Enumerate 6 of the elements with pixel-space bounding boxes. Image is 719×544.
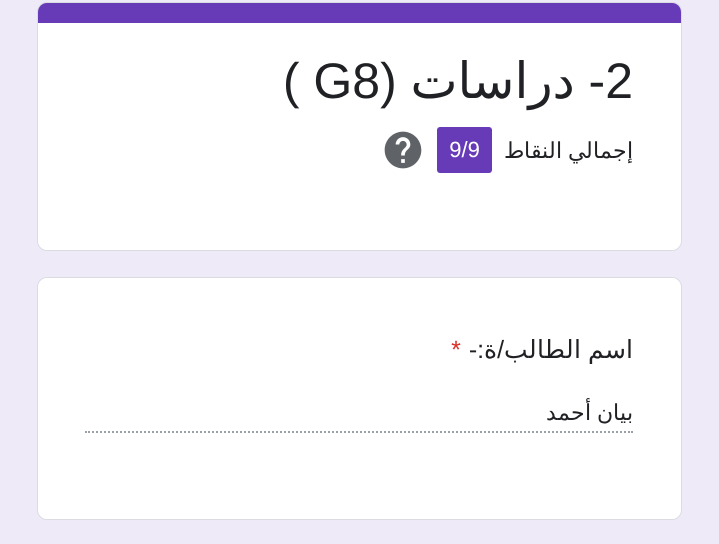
required-asterisk: * [451,335,461,366]
points-label: إجمالي النقاط [504,136,633,166]
form-title: 2- دراسات (G8 ) [282,52,633,112]
answer-field[interactable]: بيان أحمد [85,396,633,432]
question-label: اسم الطالب/ة:- [468,335,633,366]
points-badge: 9/9 [437,127,492,173]
